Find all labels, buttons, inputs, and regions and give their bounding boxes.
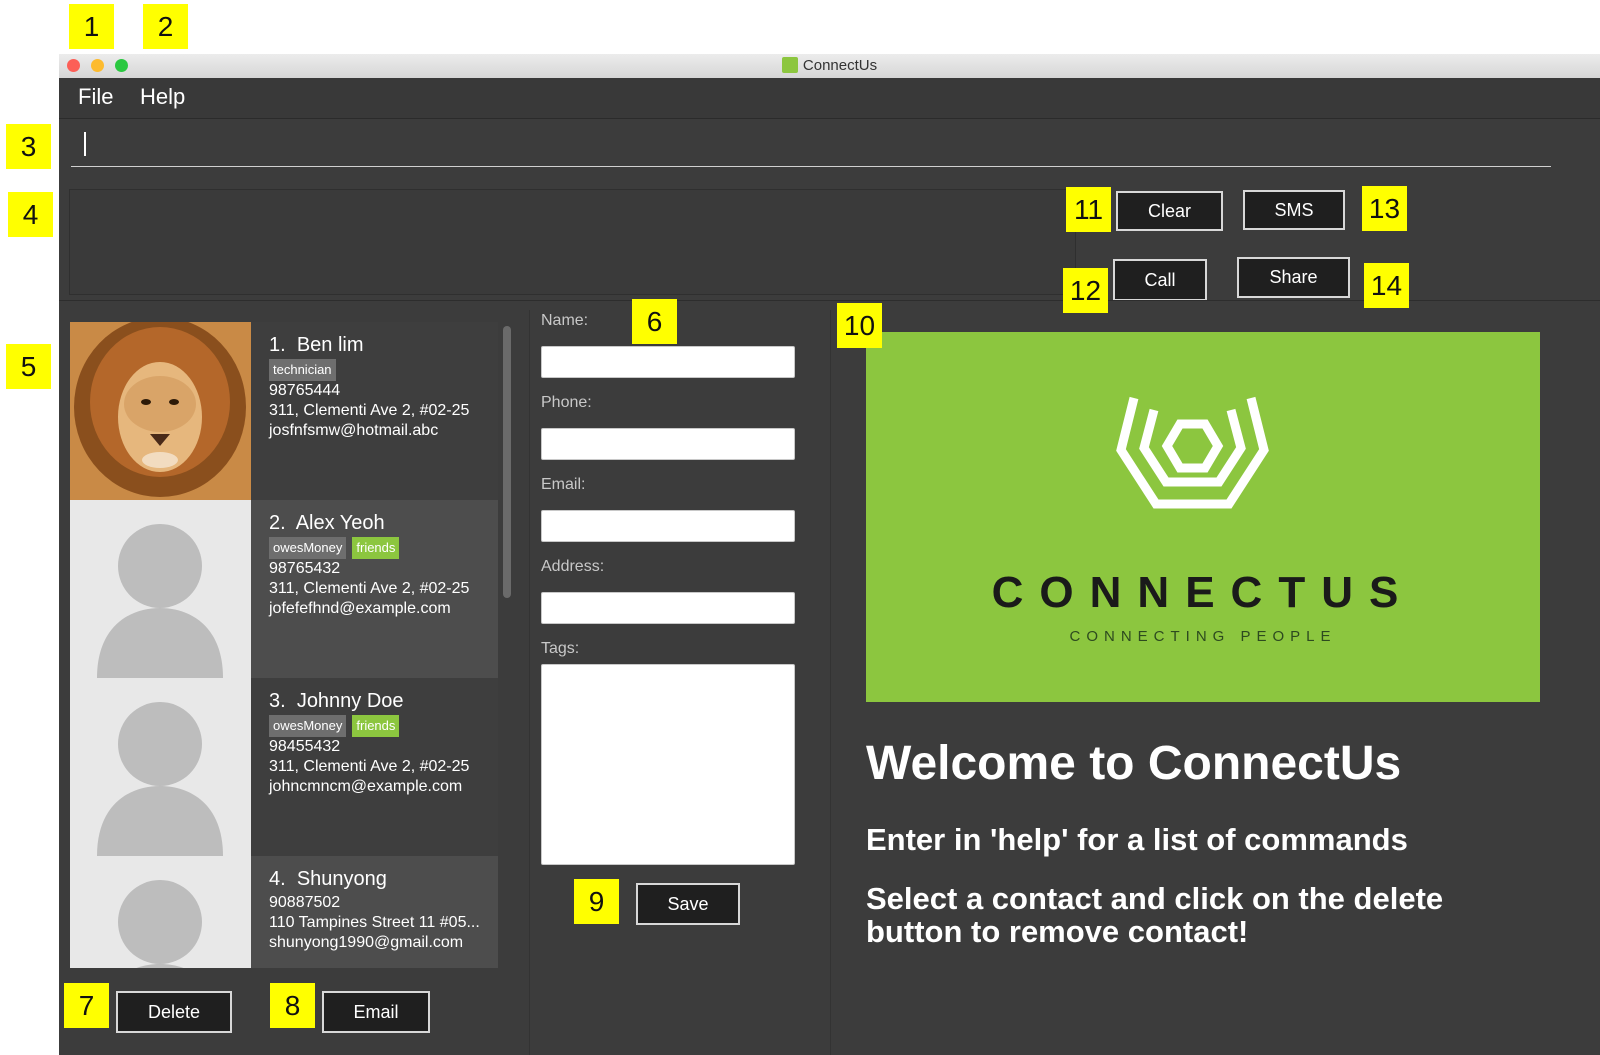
command-input[interactable] [89,130,1493,162]
email-field[interactable] [541,510,795,542]
window-title: ConnectUs [802,57,878,74]
email-button[interactable]: Email [322,991,430,1033]
brand-name: CONNECTUS [991,568,1415,617]
contact-card[interactable]: 4. Shunyong 90887502 110 Tampines Street… [70,856,498,968]
contact-card[interactable]: 1. Ben lim technician 98765444 311, Clem… [70,322,498,500]
phone-field[interactable] [541,428,795,460]
callout-9: 9 [574,879,619,924]
contact-index: 4. [269,868,286,890]
contact-name-line: 1. Ben lim [269,334,469,357]
contact-card[interactable]: 3. Johnny Doe owesMoney friends 98455432 … [70,678,498,856]
default-avatar [70,678,251,856]
contact-name: Shunyong [296,868,387,890]
contact-name: Alex Yeoh [295,512,385,534]
result-display [69,189,1076,295]
contact-phone: 98765444 [269,382,341,399]
column-divider [529,310,530,1055]
brand-tagline: CONNECTING PEOPLE [1069,628,1337,645]
address-label: Address: [541,558,605,575]
contact-name: Ben lim [296,334,364,356]
contact-info: 4. Shunyong 90887502 110 Tampines Street… [269,868,480,953]
callout-5: 5 [6,344,51,389]
contact-index: 1. [269,334,286,356]
tags-field[interactable] [541,664,795,865]
title-bar: ConnectUs [59,54,1600,79]
column-divider [830,310,831,1055]
welcome-help-text: Enter in 'help' for a list of commands [866,822,1408,857]
contact-email: jofefefhnd@example.com [269,600,451,617]
tag-badge: owesMoney [269,715,347,737]
callout-3: 3 [6,124,51,169]
menu-bar: File Help [59,78,1600,119]
welcome-delete-text: Select a contact and click on the delete… [866,881,1444,949]
callout-12: 12 [1063,268,1108,313]
callout-1: 1 [69,4,114,49]
callout-2: 2 [143,4,188,49]
contact-address: 110 Tampines Street 11 #05... [269,914,480,931]
contact-name-line: 3. Johnny Doe [269,690,469,713]
welcome-heading: Welcome to ConnectUs [866,737,1402,790]
contact-name: Johnny Doe [296,690,404,712]
phone-label: Phone: [541,394,592,411]
default-avatar [70,856,251,968]
tag-badge: owesMoney [269,537,347,559]
list-scrollbar[interactable] [503,326,511,598]
tag-badge: friends [352,537,400,559]
call-button[interactable]: Call [1113,259,1207,301]
contact-name-line: 4. Shunyong [269,868,480,891]
contact-info: 3. Johnny Doe owesMoney friends 98455432 … [269,690,469,797]
contact-info: 2. Alex Yeoh owesMoney friends 98765432 3… [269,512,469,619]
contact-phone: 98765432 [269,560,341,577]
contact-email: josfnfsmw@hotmail.abc [269,422,439,439]
name-label: Name: [541,312,589,329]
callout-8: 8 [270,983,315,1028]
contact-address: 311, Clementi Ave 2, #02-25 [269,402,470,419]
callout-7: 7 [64,983,109,1028]
callout-10: 10 [837,303,882,348]
email-label: Email: [541,476,586,493]
contact-phone: 98455432 [269,738,341,755]
connectus-banner: CONNECTUS CONNECTING PEOPLE [866,332,1540,702]
name-field[interactable] [541,346,795,378]
callout-11: 11 [1066,187,1111,232]
sms-button[interactable]: SMS [1243,190,1345,230]
callout-4: 4 [8,192,53,237]
command-box [71,126,1551,167]
contact-phone: 90887502 [269,894,341,911]
save-button[interactable]: Save [636,883,740,925]
lion-photo [70,322,251,500]
default-avatar [70,500,251,678]
tags-label: Tags: [541,640,580,657]
contact-name-line: 2. Alex Yeoh [269,512,469,535]
contact-email: johncmncm@example.com [269,778,463,795]
contact-index: 2. [269,512,286,534]
callout-14: 14 [1364,263,1409,308]
menu-help[interactable]: Help [140,84,185,110]
delete-button[interactable]: Delete [116,991,232,1033]
window-title-group: ConnectUs [59,57,1600,74]
contact-card[interactable]: 2. Alex Yeoh owesMoney friends 98765432 3… [70,500,498,678]
callout-6: 6 [632,299,677,344]
callout-13: 13 [1362,186,1407,231]
app-logo-icon [781,57,798,73]
contact-list[interactable]: 1. Ben lim technician 98765444 311, Clem… [70,322,498,968]
clear-button[interactable]: Clear [1116,191,1223,231]
contact-email: shunyong1990@gmail.com [269,934,464,951]
connectus-logo-icon [1116,396,1269,509]
contact-address: 311, Clementi Ave 2, #02-25 [269,758,470,775]
address-field[interactable] [541,592,795,624]
contact-address: 311, Clementi Ave 2, #02-25 [269,580,470,597]
tag-badge: technician [269,359,336,381]
contact-info: 1. Ben lim technician 98765444 311, Clem… [269,334,469,441]
share-button[interactable]: Share [1237,257,1350,298]
contact-index: 3. [269,690,286,712]
menu-file[interactable]: File [78,84,113,110]
text-caret [84,132,86,156]
tag-badge: friends [352,715,400,737]
